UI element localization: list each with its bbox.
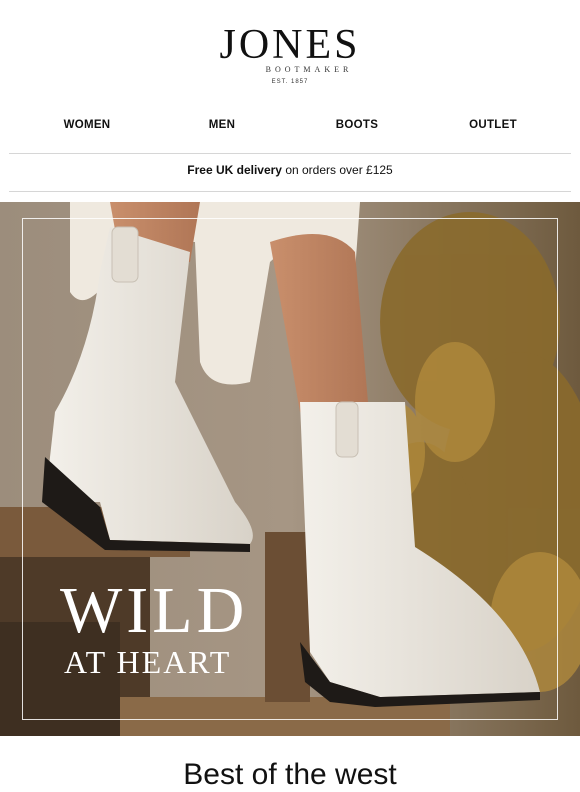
brand-logo[interactable]: JONES BOOTMAKER EST. 1857 <box>0 0 580 100</box>
divider-bottom <box>9 191 571 192</box>
divider-top <box>9 153 571 154</box>
nav-outlet[interactable]: OUTLET <box>433 119 553 131</box>
brand-subtitle: BOOTMAKER <box>265 65 353 74</box>
hero-title-line2: AT HEART <box>64 644 232 680</box>
main-nav: WOMEN MEN BOOTS OUTLET <box>0 119 580 139</box>
brand-name: JONES <box>219 22 361 68</box>
promo-text: on orders over £125 <box>285 163 393 177</box>
section-title: Best of the west <box>183 758 397 791</box>
nav-men[interactable]: MEN <box>162 119 282 131</box>
nav-women[interactable]: WOMEN <box>27 119 147 131</box>
promo-bold-text: Free UK delivery <box>187 163 282 177</box>
brand-established: EST. 1857 <box>271 79 309 85</box>
hero-title-line1: WILD <box>60 574 249 647</box>
promo-banner[interactable]: Free UK delivery on orders over £125 <box>0 163 580 177</box>
hero-banner[interactable]: WILD AT HEART <box>0 202 580 736</box>
nav-boots[interactable]: BOOTS <box>297 119 417 131</box>
